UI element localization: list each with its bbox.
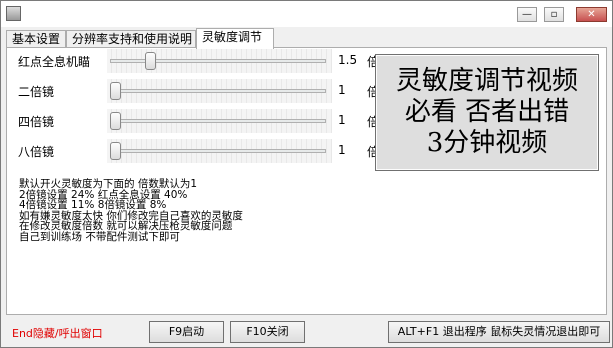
slider-value: 1.5 xyxy=(338,53,358,67)
hotkey-hint: End隐藏/呼出窗口 xyxy=(12,327,103,340)
exit-button[interactable]: ALT+F1 退出程序 鼠标失灵情况退出即可 xyxy=(388,321,610,343)
slider-value: 1 xyxy=(338,113,346,127)
video-tutorial-button[interactable]: 灵敏度调节视频 必看 否者出错 3分钟视频 xyxy=(375,54,599,171)
tab-basic-settings[interactable]: 基本设置 xyxy=(6,30,66,48)
slider-value: 1 xyxy=(338,83,346,97)
slider-label: 二倍镜 xyxy=(18,85,55,99)
start-button[interactable]: F9启动 xyxy=(149,321,224,343)
slider-track[interactable] xyxy=(110,89,326,93)
stop-button[interactable]: F10关闭 xyxy=(230,321,305,343)
slider-thumb[interactable] xyxy=(110,82,121,100)
slider-thumb[interactable] xyxy=(144,52,156,70)
minimize-button[interactable]: — xyxy=(517,7,537,22)
slider-thumb[interactable] xyxy=(110,142,121,160)
instruction-line: 自己到训练场 不带配件测试下即可 xyxy=(19,230,180,243)
app-window: — ▫ ✕ 基本设置 分辨率支持和使用说明 灵敏度调节 红点全息机瞄 1.5 倍… xyxy=(0,0,613,348)
slider-label: 红点全息机瞄 xyxy=(18,55,91,69)
slider-label: 四倍镜 xyxy=(18,115,55,129)
video-button-line: 必看 否者出错 xyxy=(404,97,570,127)
video-button-line: 3分钟视频 xyxy=(426,128,548,158)
instructions-text: 默认开火灵敏度为下面的 倍数默认为1 2倍镜设置 24% 红点全息设置 40% … xyxy=(19,179,243,243)
slider-track[interactable] xyxy=(110,119,326,123)
slider-label: 八倍镜 xyxy=(18,145,55,159)
close-button[interactable]: ✕ xyxy=(576,7,607,22)
instruction-line: 默认开火灵敏度为下面的 倍数默认为1 xyxy=(19,178,198,190)
slider-value: 1 xyxy=(338,143,346,157)
tab-sensitivity[interactable]: 灵敏度调节 xyxy=(196,28,274,49)
app-icon xyxy=(6,6,21,21)
slider-track[interactable] xyxy=(110,149,326,153)
slider-track[interactable] xyxy=(110,59,326,63)
slider-thumb[interactable] xyxy=(110,112,121,130)
title-bar: — ▫ ✕ xyxy=(1,1,612,27)
tab-resolution-help[interactable]: 分辨率支持和使用说明 xyxy=(66,30,196,48)
maximize-button[interactable]: ▫ xyxy=(544,7,564,22)
video-button-line: 灵敏度调节视频 xyxy=(395,66,578,96)
